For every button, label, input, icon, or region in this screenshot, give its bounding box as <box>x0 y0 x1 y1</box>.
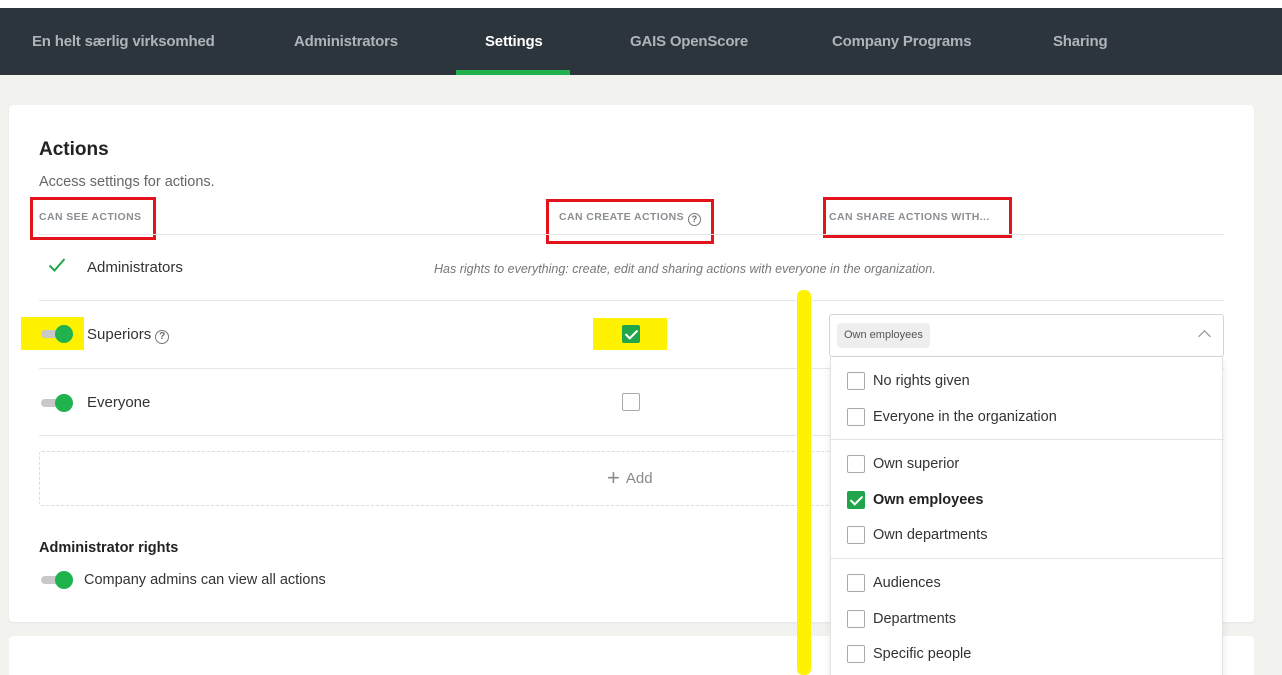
question-circle-icon[interactable]: ? <box>155 330 170 344</box>
tab-sharing[interactable]: Sharing <box>1053 8 1108 75</box>
option-label: Departments <box>873 611 957 627</box>
option-checkbox[interactable] <box>847 645 865 663</box>
header-divider <box>39 234 1224 235</box>
add-row-area[interactable] <box>39 451 839 506</box>
option-label: Own superior <box>873 456 960 472</box>
row-label-administrators: Administrators <box>87 259 183 276</box>
toggle-knob <box>55 394 73 412</box>
share-with-dropdown: No rights given Everyone in the organiza… <box>830 357 1224 675</box>
tab-administrators[interactable]: Administrators <box>294 8 398 75</box>
section-title: Actions <box>39 139 109 160</box>
option-checkbox[interactable] <box>847 610 865 628</box>
superiors-can-create-checkbox[interactable] <box>622 325 640 343</box>
superiors-can-see-toggle[interactable] <box>41 325 73 343</box>
admin-rights-label: Company admins can view all actions <box>84 572 326 588</box>
toggle-knob <box>55 571 73 589</box>
option-checkbox[interactable] <box>847 372 865 390</box>
chevron-up-icon[interactable] <box>1198 330 1211 343</box>
share-with-select[interactable]: Own employees <box>829 314 1224 357</box>
annotation-box-can-share <box>823 197 1012 238</box>
toggle-knob <box>55 325 73 343</box>
top-navigation: En helt særlig virksomhed Administrators… <box>0 8 1282 75</box>
row-divider <box>39 300 1224 301</box>
tab-company[interactable]: En helt særlig virksomhed <box>32 8 215 75</box>
row-label-everyone: Everyone <box>87 394 151 411</box>
administrators-rights-note: Has rights to everything: create, edit a… <box>434 262 936 276</box>
dropdown-divider <box>831 558 1224 559</box>
everyone-can-create-checkbox[interactable] <box>622 393 640 411</box>
option-label: Specific people <box>873 646 972 662</box>
annotation-highlight-line <box>797 290 811 675</box>
row-label-superiors-text: Superiors <box>87 326 152 343</box>
option-checkbox[interactable] <box>847 491 865 509</box>
tab-settings[interactable]: Settings <box>485 8 543 75</box>
option-label: No rights given <box>873 373 970 389</box>
option-label: Own employees <box>873 492 984 508</box>
selected-chip[interactable]: Own employees <box>837 323 930 348</box>
check-icon <box>48 257 66 278</box>
option-label: Own departments <box>873 527 988 543</box>
dropdown-divider <box>831 439 1224 440</box>
add-button-label: Add <box>625 470 653 487</box>
tab-company-programs[interactable]: Company Programs <box>832 8 972 75</box>
active-tab-indicator <box>456 70 570 75</box>
admin-rights-toggle[interactable] <box>41 571 73 589</box>
option-checkbox[interactable] <box>847 408 865 426</box>
section-subtitle: Access settings for actions. <box>39 174 215 190</box>
option-checkbox[interactable] <box>847 526 865 544</box>
everyone-can-see-toggle[interactable] <box>41 394 73 412</box>
option-checkbox[interactable] <box>847 574 865 592</box>
option-label: Everyone in the organization <box>873 409 1057 425</box>
tab-gais-openscore[interactable]: GAIS OpenScore <box>630 8 748 75</box>
admin-rights-title: Administrator rights <box>39 540 179 556</box>
row-label-superiors: Superiors? <box>87 326 170 344</box>
option-checkbox[interactable] <box>847 455 865 473</box>
option-label: Audiences <box>873 575 941 591</box>
plus-icon: + <box>607 465 620 490</box>
annotation-box-can-create <box>546 199 714 244</box>
add-button[interactable]: + Add <box>607 465 653 491</box>
top-strip <box>0 0 1282 8</box>
